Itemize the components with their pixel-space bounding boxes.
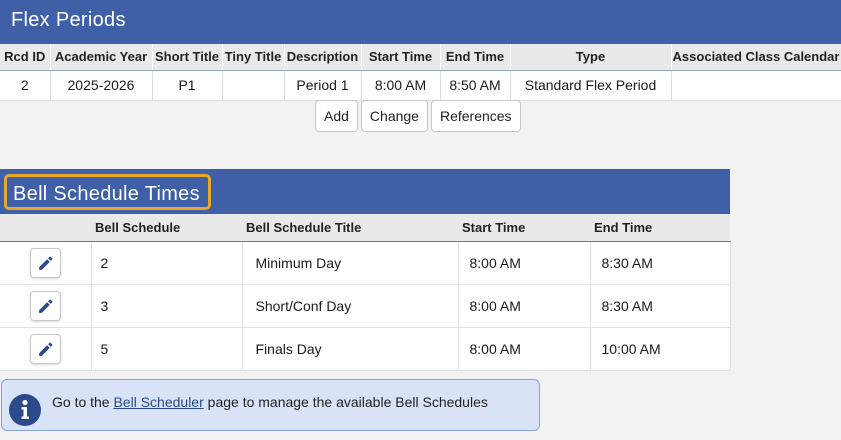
cell-academic-year: 2025-2026: [50, 70, 153, 101]
flex-periods-table: Rcd ID Academic Year Short Title Tiny Ti…: [0, 44, 841, 101]
column-header-academic-year[interactable]: Academic Year: [50, 44, 153, 71]
edit-cell: [0, 241, 92, 285]
add-button[interactable]: Add: [315, 100, 358, 132]
flex-periods-title: Flex Periods: [0, 0, 841, 44]
pencil-icon: [38, 299, 53, 313]
column-header-edit: [0, 214, 91, 242]
edit-button[interactable]: [29, 290, 61, 321]
cell-bell-schedule-title: Finals Day: [242, 327, 459, 371]
flex-periods-header-row: Rcd ID Academic Year Short Title Tiny Ti…: [0, 44, 841, 71]
cell-start-time: 8:00 AM: [361, 70, 441, 101]
column-header-start-time[interactable]: Start Time: [458, 214, 590, 242]
change-button[interactable]: Change: [360, 100, 428, 132]
table-row: 3 Short/Conf Day 8:00 AM 8:30 AM: [0, 284, 731, 328]
cell-associated-class-calendar: [671, 70, 841, 101]
table-row[interactable]: 2 2025-2026 P1 Period 1 8:00 AM 8:50 AM …: [0, 70, 841, 101]
bell-schedule-title: Bell Schedule Times: [4, 174, 211, 210]
column-header-associated-class-calendar[interactable]: Associated Class Calendar: [671, 44, 841, 71]
bell-schedule-header: Bell Schedule Times: [0, 169, 730, 214]
cell-bell-schedule: 2: [91, 241, 243, 285]
cell-start-time: 8:00 AM: [458, 241, 591, 285]
pencil-icon: [38, 342, 53, 356]
column-header-bell-schedule[interactable]: Bell Schedule: [91, 214, 242, 242]
cell-end-time: 8:30 AM: [590, 241, 731, 285]
column-header-bell-schedule-title[interactable]: Bell Schedule Title: [242, 214, 458, 242]
cell-bell-schedule: 3: [91, 284, 243, 328]
column-header-end-time[interactable]: End Time: [440, 44, 511, 71]
info-text: Go to the Bell Scheduler page to manage …: [52, 394, 488, 410]
edit-cell: [0, 284, 92, 328]
table-row: 5 Finals Day 8:00 AM 10:00 AM: [0, 327, 731, 371]
edit-cell: [0, 327, 92, 371]
info-icon: [9, 394, 41, 426]
info-text-suffix: page to manage the available Bell Schedu…: [203, 394, 488, 410]
edit-button[interactable]: [29, 247, 61, 278]
cell-tiny-title: [222, 70, 285, 101]
cell-bell-schedule-title: Short/Conf Day: [242, 284, 459, 328]
pencil-icon: [38, 256, 53, 270]
cell-start-time: 8:00 AM: [458, 284, 591, 328]
bell-schedule-table: Bell Schedule Bell Schedule Title Start …: [0, 214, 731, 371]
cell-end-time: 8:30 AM: [590, 284, 731, 328]
cell-bell-schedule: 5: [91, 327, 243, 371]
column-header-type[interactable]: Type: [510, 44, 672, 71]
cell-rcd-id: 2: [0, 70, 51, 101]
cell-end-time: 8:50 AM: [440, 70, 511, 101]
bell-scheduler-link[interactable]: Bell Scheduler: [113, 394, 203, 410]
flex-periods-actions: Add Change References: [315, 100, 521, 132]
cell-start-time: 8:00 AM: [458, 327, 591, 371]
cell-end-time: 10:00 AM: [590, 327, 731, 371]
cell-short-title: P1: [152, 70, 223, 101]
cell-description: Period 1: [284, 70, 362, 101]
edit-button[interactable]: [29, 333, 61, 364]
column-header-rcd-id[interactable]: Rcd ID: [0, 44, 51, 71]
references-button[interactable]: References: [430, 100, 521, 132]
column-header-description[interactable]: Description: [284, 44, 362, 71]
column-header-short-title[interactable]: Short Title: [152, 44, 223, 71]
column-header-start-time[interactable]: Start Time: [361, 44, 441, 71]
column-header-end-time[interactable]: End Time: [590, 214, 730, 242]
info-message: Go to the Bell Scheduler page to manage …: [1, 379, 540, 431]
cell-type: Standard Flex Period: [510, 70, 672, 101]
bell-schedule-header-row: Bell Schedule Bell Schedule Title Start …: [0, 214, 730, 242]
table-row: 2 Minimum Day 8:00 AM 8:30 AM: [0, 241, 731, 285]
cell-bell-schedule-title: Minimum Day: [242, 241, 459, 285]
info-text-prefix: Go to the: [52, 394, 114, 410]
column-header-tiny-title[interactable]: Tiny Title: [222, 44, 285, 71]
